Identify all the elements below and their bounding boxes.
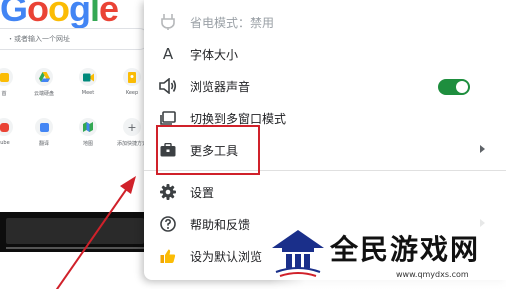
site-watermark: 全民游戏网 www.qmydxs.com [270, 212, 506, 289]
speaker-icon [158, 78, 178, 94]
shortcut-label: tube [0, 140, 10, 146]
plug-icon [158, 14, 178, 30]
menu-item-label: 省电模式：禁用 [190, 16, 275, 30]
shortcut-tile[interactable]: 首 [0, 68, 22, 97]
youtube-icon [0, 122, 9, 132]
shortcut-label: 云端硬盘 [33, 91, 54, 97]
menu-item-energy-saver[interactable]: 省电模式：禁用 [144, 6, 506, 38]
sound-toggle[interactable] [438, 79, 470, 95]
shortcut-meet[interactable]: Meet [70, 68, 106, 96]
maps-icon [83, 122, 93, 132]
video-preview [0, 212, 150, 252]
shortcut-maps[interactable]: 地图 [70, 118, 106, 147]
shortcut-icon [0, 72, 9, 82]
search-input[interactable]: ・或者输入一个网址 [0, 28, 150, 50]
watermark-brand: 全民游戏网 [330, 233, 481, 266]
gear-icon [158, 184, 178, 200]
toggle-knob [456, 81, 468, 93]
chevron-right-icon [480, 145, 485, 153]
menu-item-label: 设置 [190, 186, 215, 200]
new-tab-page: Google ・或者输入一个网址 首 云端硬盘 Meet Keep ube 翻译… [0, 0, 150, 289]
window-icon [158, 110, 178, 126]
menu-item-browser-sound[interactable]: 浏览器声音 [144, 70, 506, 102]
menu-item-settings[interactable]: 设置 [144, 176, 506, 208]
google-logo: Google [0, 0, 119, 29]
font-a-icon: A [162, 44, 174, 63]
shortcut-label: 翻译 [38, 141, 49, 147]
menu-item-label: 帮助和反馈 [190, 218, 251, 232]
meet-icon [82, 73, 94, 81]
shortcut-translate[interactable]: 翻译 [26, 118, 62, 147]
search-placeholder: ・或者输入一个网址 [7, 35, 70, 43]
shortcut-label: 首 [1, 91, 7, 97]
menu-item-label: 浏览器声音 [190, 80, 251, 94]
menu-item-label: 设为默认浏览 [190, 250, 263, 264]
shortcut-label: Meet [81, 90, 95, 96]
menu-item-font-size[interactable]: A 字体大小 [144, 38, 506, 70]
shortcut-youtube[interactable]: tube [0, 118, 22, 146]
annotation-highlight-box [156, 125, 260, 175]
keep-icon [128, 71, 136, 83]
help-circle-icon [158, 216, 178, 232]
drive-icon [38, 72, 50, 82]
shortcut-label: 地图 [82, 141, 93, 147]
thumbs-up-icon [158, 248, 178, 264]
translate-icon [39, 122, 49, 132]
shortcut-drive[interactable]: 云端硬盘 [26, 68, 62, 97]
menu-item-label: 字体大小 [190, 48, 239, 62]
plus-icon: + [127, 120, 137, 134]
watermark-url: www.qmydxs.com [396, 270, 469, 279]
